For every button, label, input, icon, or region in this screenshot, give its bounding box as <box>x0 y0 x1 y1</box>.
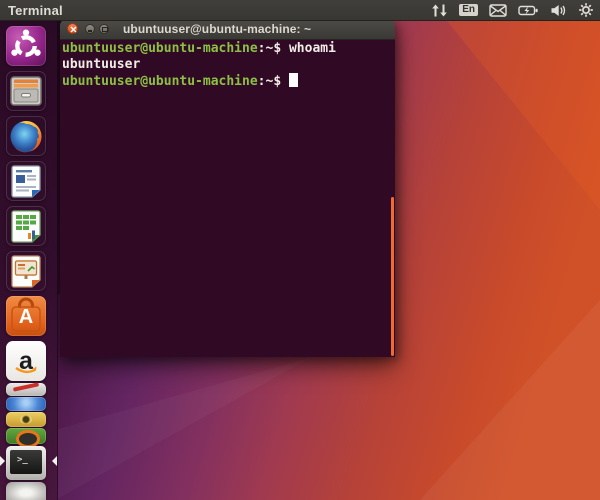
mail-envelope-icon[interactable] <box>489 3 507 18</box>
launcher-item-files[interactable] <box>6 71 46 111</box>
overlay-scrollbar[interactable] <box>391 197 394 356</box>
firefox-icon <box>6 116 46 156</box>
terminal-icon: >_ <box>10 450 42 474</box>
launcher-item-firefox[interactable] <box>6 116 46 156</box>
terminal-cursor <box>289 73 298 87</box>
impress-presentation-icon <box>6 251 46 291</box>
window-titlebar[interactable]: ubuntuuser@ubuntu-machine: ~ <box>60 19 395 40</box>
ubuntu-logo-icon <box>6 26 46 66</box>
terminal-window: ubuntuuser@ubuntu-machine: ~ ubuntuuser@… <box>60 19 395 356</box>
terminal-line-prompt-command: ubuntuuser@ubuntu-machine:~$whoami <box>62 41 395 57</box>
close-button[interactable] <box>67 23 78 34</box>
network-updown-arrows-icon[interactable] <box>431 3 448 18</box>
running-indicator-arrow <box>0 456 5 466</box>
terminal-line-prompt-current: ubuntuuser@ubuntu-machine:~$ <box>62 73 395 90</box>
software-center-letter: A <box>6 302 46 332</box>
launcher-item-trash[interactable] <box>6 482 46 500</box>
battery-icon[interactable] <box>518 3 539 18</box>
session-gear-icon[interactable] <box>578 2 594 18</box>
launcher-item-folded-globe-app[interactable] <box>6 397 46 411</box>
launcher-item-folded-system-settings[interactable] <box>6 383 46 396</box>
indicator-tray: En <box>431 0 594 20</box>
launcher-item-libreoffice-writer[interactable] <box>6 161 46 201</box>
terminal-line-output: ubuntuuser <box>62 57 395 73</box>
terminal-output-area[interactable]: ubuntuuser@ubuntu-machine:~$whoami ubunt… <box>60 40 395 357</box>
calc-spreadsheet-icon <box>6 206 46 246</box>
keyboard-layout-indicator[interactable]: En <box>459 4 478 16</box>
close-icon <box>70 26 77 33</box>
launcher-item-terminal[interactable]: >_ <box>6 446 46 480</box>
volume-icon[interactable] <box>550 3 567 18</box>
launcher-item-libreoffice-impress[interactable] <box>6 251 46 291</box>
minimize-button[interactable] <box>85 24 95 34</box>
writer-document-icon <box>6 161 46 201</box>
focused-app-title: Terminal <box>8 3 63 18</box>
unity-launcher: A a >_ <box>0 20 58 500</box>
maximize-button[interactable] <box>99 24 109 34</box>
top-panel: Terminal En <box>0 0 600 21</box>
launcher-item-ubuntu-software[interactable]: A <box>6 296 46 336</box>
amazon-smile-icon <box>6 341 46 381</box>
ubuntu-desktop: Terminal En <box>0 0 600 500</box>
launcher-item-amazon[interactable]: a <box>6 341 46 381</box>
launcher-item-folded-media-disc[interactable] <box>6 412 46 427</box>
launcher-item-libreoffice-calc[interactable] <box>6 206 46 246</box>
window-title: ubuntuuser@ubuntu-machine: ~ <box>123 22 311 36</box>
launcher-item-folded-updater[interactable] <box>6 428 46 444</box>
launcher-item-dash-home[interactable] <box>6 26 46 66</box>
focused-indicator-arrow <box>52 456 57 466</box>
file-cabinet-icon <box>6 71 46 111</box>
